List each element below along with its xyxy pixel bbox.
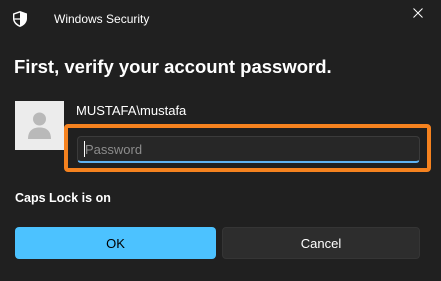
close-icon [413, 5, 423, 23]
title-bar: Windows Security [0, 0, 441, 38]
text-caret [84, 141, 85, 157]
window-title: Windows Security [54, 12, 150, 26]
password-input[interactable] [77, 136, 420, 163]
user-avatar-icon [15, 112, 64, 150]
avatar [15, 101, 64, 150]
shield-icon [13, 11, 27, 27]
page-title: First, verify your account password. [14, 56, 332, 77]
account-username: MUSTAFA\mustafa [76, 103, 187, 118]
windows-security-dialog: Windows Security First, verify your acco… [0, 0, 441, 281]
ok-button[interactable]: OK [15, 227, 216, 259]
cancel-button[interactable]: Cancel [222, 227, 420, 259]
caps-lock-warning: Caps Lock is on [15, 191, 111, 205]
close-button[interactable] [403, 3, 433, 25]
